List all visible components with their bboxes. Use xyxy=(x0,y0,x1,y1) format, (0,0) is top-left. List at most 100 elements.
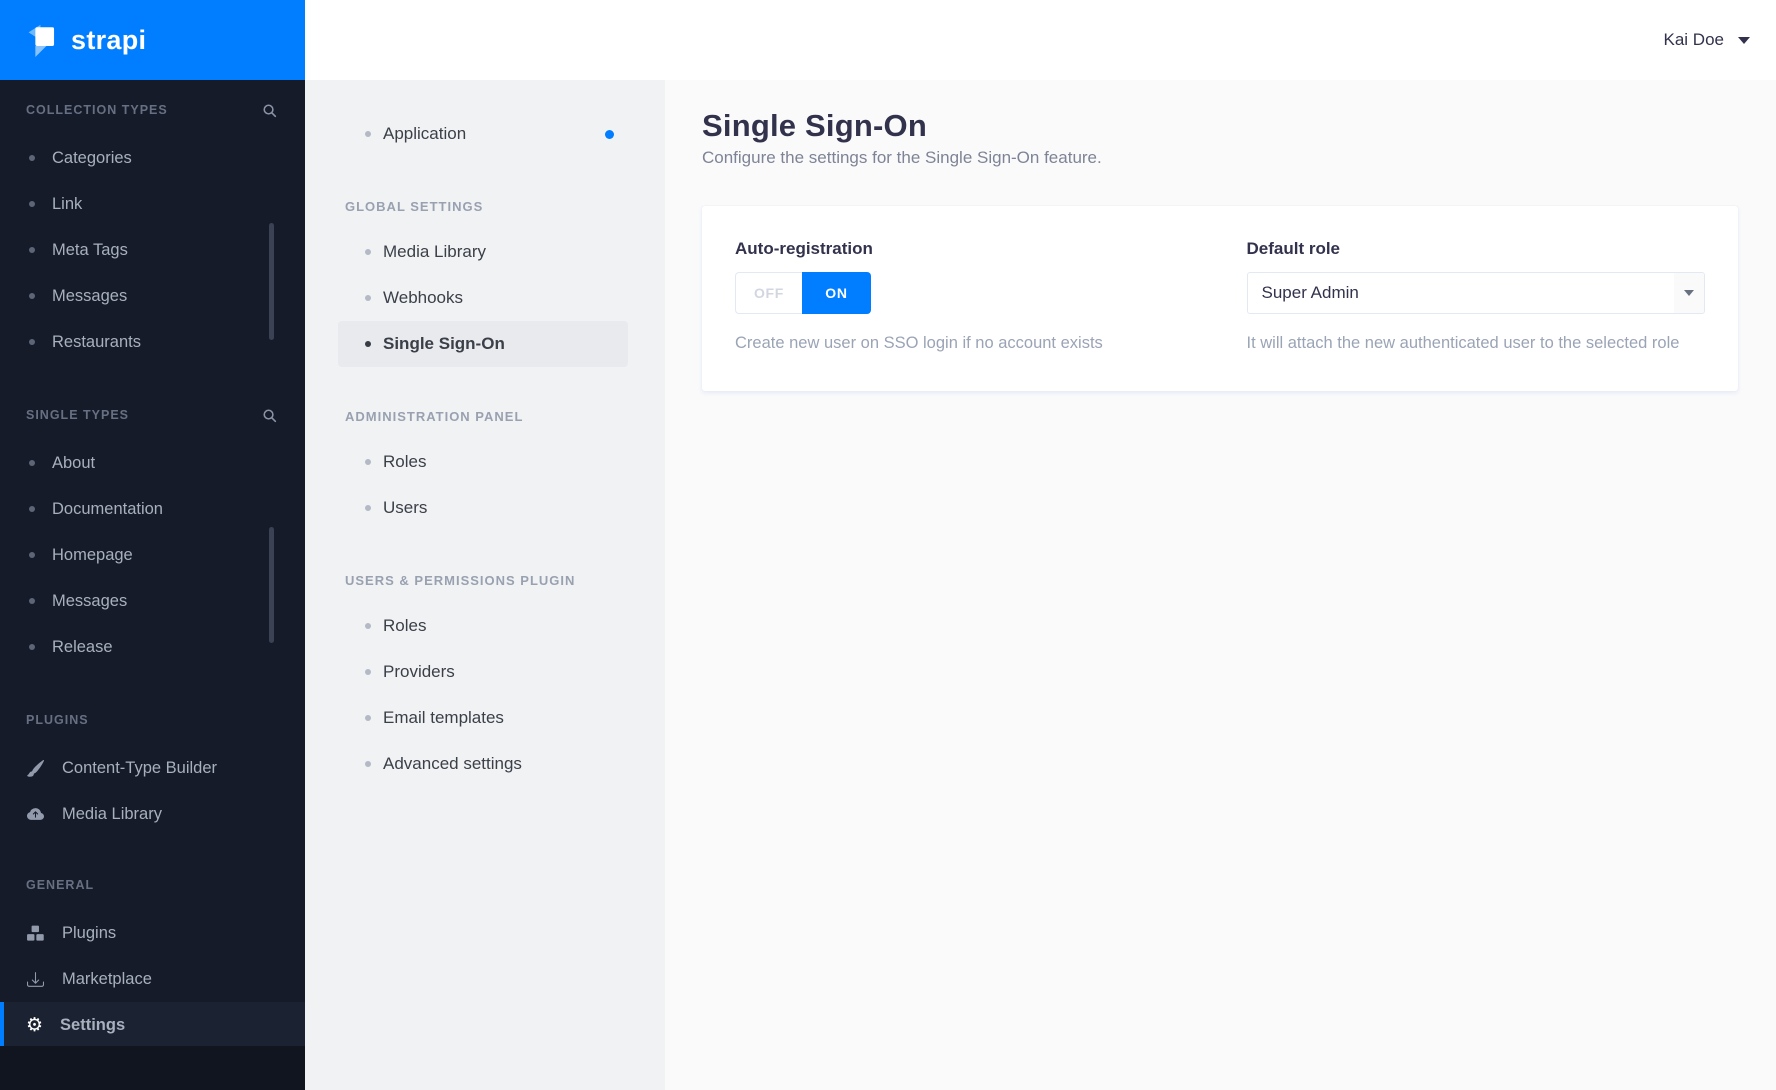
sidebar-item-messages-single[interactable]: Messages xyxy=(0,578,305,624)
section-header-single-types: SINGLE TYPES xyxy=(0,403,305,427)
default-role-select[interactable]: Super Admin xyxy=(1246,272,1705,314)
strapi-logo[interactable]: strapi xyxy=(0,0,305,80)
sidebar-item-restaurants[interactable]: Restaurants xyxy=(0,319,305,365)
gear-icon: ⚙ xyxy=(26,1014,44,1036)
chevron-down-icon xyxy=(1684,290,1694,296)
bullet-icon xyxy=(365,249,371,255)
sidebar-item-settings[interactable]: ⚙ Settings xyxy=(0,1002,305,1048)
main-sidebar: strapi COLLECTION TYPES Categories Link … xyxy=(0,0,305,1090)
sidebar-item-link[interactable]: Link xyxy=(0,181,305,227)
bullet-icon xyxy=(29,201,35,207)
default-role-helper: It will attach the new authenticated use… xyxy=(1246,334,1680,352)
main-content: Single Sign-On Configure the settings fo… xyxy=(665,80,1776,1090)
page-subtitle: Configure the settings for the Single Si… xyxy=(702,148,1102,167)
sidebar-footer xyxy=(0,1046,305,1090)
bullet-icon xyxy=(365,669,371,675)
default-role-label: Default role xyxy=(1246,239,1341,258)
single-types-scrollbar[interactable] xyxy=(269,527,274,643)
sidebar-item-about[interactable]: About xyxy=(0,440,305,486)
bullet-icon xyxy=(29,506,35,512)
section-header-collection-types: COLLECTION TYPES xyxy=(0,98,305,122)
settings-item-providers[interactable]: Providers xyxy=(305,649,665,695)
settings-group-global: GLOBAL SETTINGS Media Library Webhooks S… xyxy=(305,194,665,367)
sidebar-item-messages[interactable]: Messages xyxy=(0,273,305,319)
settings-group-header: USERS & PERMISSIONS PLUGIN xyxy=(345,572,576,588)
settings-item-email-templates[interactable]: Email templates xyxy=(305,695,665,741)
sidebar-item-marketplace[interactable]: Marketplace xyxy=(0,956,305,1002)
general-list: Plugins Marketplace ⚙ Settings xyxy=(0,910,305,1048)
bullet-icon xyxy=(365,295,371,301)
settings-item-up-roles[interactable]: Roles xyxy=(305,603,665,649)
section-label: SINGLE TYPES xyxy=(26,408,129,422)
cubes-icon xyxy=(27,925,44,941)
sidebar-item-plugins[interactable]: Plugins xyxy=(0,910,305,956)
user-menu[interactable]: Kai Doe xyxy=(1664,30,1750,50)
notification-dot xyxy=(605,129,614,139)
default-role-value: Super Admin xyxy=(1261,283,1359,302)
settings-group-header: GLOBAL SETTINGS xyxy=(345,198,484,214)
sidebar-item-documentation[interactable]: Documentation xyxy=(0,486,305,532)
search-icon[interactable] xyxy=(262,408,277,423)
bullet-icon xyxy=(29,247,35,253)
cloud-upload-icon xyxy=(27,807,44,820)
auto-registration-field: Auto-registration OFF ON Create new user… xyxy=(735,239,1194,353)
bullet-icon xyxy=(365,505,371,511)
bullet-icon xyxy=(365,715,371,721)
settings-item-single-sign-on[interactable]: Single Sign-On xyxy=(338,321,628,367)
page-title: Single Sign-On xyxy=(702,108,927,143)
collection-types-list: Categories Link Meta Tags Messages Resta… xyxy=(0,135,305,365)
section-label: GENERAL xyxy=(26,878,95,892)
section-header-plugins: PLUGINS xyxy=(0,708,305,732)
brand-name: strapi xyxy=(71,24,147,55)
collection-types-scrollbar[interactable] xyxy=(269,223,274,340)
settings-sub-nav: Application GLOBAL SETTINGS Media Librar… xyxy=(305,80,665,1090)
bullet-icon xyxy=(29,339,35,345)
auto-registration-helper: Create new user on SSO login if no accou… xyxy=(735,334,1103,352)
bullet-icon xyxy=(29,460,35,466)
toggle-off-button[interactable]: OFF xyxy=(735,272,802,314)
sidebar-item-release[interactable]: Release xyxy=(0,624,305,670)
settings-item-admin-roles[interactable]: Roles xyxy=(305,439,665,485)
user-name: Kai Doe xyxy=(1663,30,1724,49)
bullet-icon xyxy=(29,644,35,650)
sso-settings-card: Auto-registration OFF ON Create new user… xyxy=(702,206,1738,391)
search-icon[interactable] xyxy=(262,103,277,118)
paintbrush-icon xyxy=(27,759,45,777)
single-types-list: About Documentation Homepage Messages Re… xyxy=(0,440,305,670)
settings-group-header: ADMINISTRATION PANEL xyxy=(345,408,524,424)
sidebar-item-categories[interactable]: Categories xyxy=(0,135,305,181)
select-caret-zone xyxy=(1674,273,1704,313)
auto-registration-toggle: OFF ON xyxy=(735,272,871,314)
sidebar-nav: COLLECTION TYPES Categories Link Meta Ta… xyxy=(0,80,305,1048)
section-label: PLUGINS xyxy=(26,713,89,727)
top-bar: Kai Doe xyxy=(305,0,1776,80)
default-role-field: Default role Super Admin It will attach … xyxy=(1246,239,1705,353)
settings-group-application: Application xyxy=(305,111,665,157)
settings-item-webhooks[interactable]: Webhooks xyxy=(305,275,665,321)
settings-item-admin-users[interactable]: Users xyxy=(305,485,665,531)
settings-item-application[interactable]: Application xyxy=(305,111,665,157)
chevron-down-icon xyxy=(1738,36,1750,44)
settings-item-advanced-settings[interactable]: Advanced settings xyxy=(305,741,665,787)
bullet-icon xyxy=(365,341,371,347)
sidebar-item-media-library[interactable]: Media Library xyxy=(0,791,305,837)
plugins-list: Content-Type Builder Media Library xyxy=(0,745,305,837)
section-label: COLLECTION TYPES xyxy=(26,103,168,117)
bullet-icon xyxy=(365,623,371,629)
bullet-icon xyxy=(29,155,35,161)
sidebar-item-homepage[interactable]: Homepage xyxy=(0,532,305,578)
auto-registration-label: Auto-registration xyxy=(735,239,873,258)
strapi-logo-icon xyxy=(28,24,55,57)
settings-group-admin-panel: ADMINISTRATION PANEL Roles Users xyxy=(305,404,665,531)
toggle-on-button[interactable]: ON xyxy=(802,272,871,314)
section-header-general: GENERAL xyxy=(0,873,305,897)
bullet-icon xyxy=(365,761,371,767)
bullet-icon xyxy=(29,552,35,558)
bullet-icon xyxy=(29,598,35,604)
settings-item-media-library[interactable]: Media Library xyxy=(305,229,665,275)
bullet-icon xyxy=(365,131,371,137)
settings-group-users-permissions: USERS & PERMISSIONS PLUGIN Roles Provide… xyxy=(305,568,665,787)
sidebar-item-content-type-builder[interactable]: Content-Type Builder xyxy=(0,745,305,791)
sidebar-item-meta-tags[interactable]: Meta Tags xyxy=(0,227,305,273)
download-icon xyxy=(27,971,44,987)
